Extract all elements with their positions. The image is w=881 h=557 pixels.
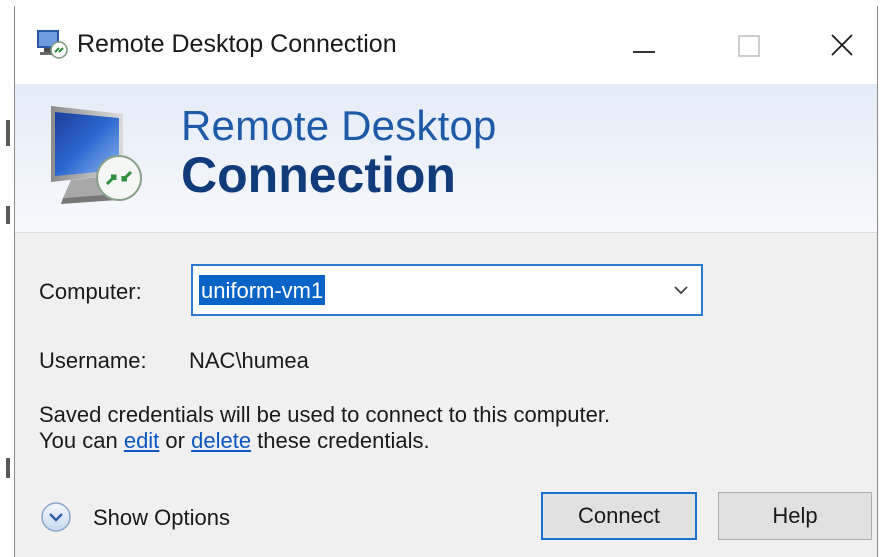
- window-title: Remote Desktop Connection: [77, 30, 397, 58]
- maximize-button[interactable]: [715, 16, 785, 76]
- remote-desktop-window: Remote Desktop Connection Remote Desktop…: [14, 6, 878, 557]
- dropdown-button[interactable]: [667, 276, 695, 304]
- header-banner: Remote Desktop Connection: [15, 84, 877, 233]
- text-selection-highlight: [199, 275, 325, 305]
- credentials-suffix: these credentials.: [251, 428, 430, 453]
- edit-link[interactable]: edit: [124, 428, 159, 453]
- close-icon: [831, 34, 853, 56]
- computer-label: Computer:: [39, 279, 142, 304]
- background-edge: [6, 206, 10, 224]
- background-edge: [6, 120, 10, 146]
- username-label: Username:: [39, 348, 147, 373]
- credentials-prefix: You can: [39, 428, 124, 453]
- minimize-icon: [633, 51, 655, 53]
- expand-circle-icon: [39, 500, 73, 534]
- chevron-down-icon: [674, 286, 688, 295]
- saved-credentials-text: Saved credentials will be used to connec…: [39, 402, 611, 427]
- maximize-icon: [738, 35, 760, 57]
- help-button[interactable]: Help: [718, 492, 872, 540]
- username-value: NAC\humea: [189, 348, 309, 373]
- credentials-middle: or: [159, 428, 192, 453]
- remote-desktop-icon: [35, 28, 69, 60]
- background-edge: [6, 458, 10, 478]
- banner-title-line1: Remote Desktop: [181, 102, 497, 149]
- computer-combobox[interactable]: uniform-vm1: [191, 264, 703, 316]
- minimize-button[interactable]: [609, 16, 679, 76]
- connect-button[interactable]: Connect: [541, 492, 697, 540]
- title-bar[interactable]: Remote Desktop Connection: [15, 6, 877, 84]
- show-options-label: Show Options: [93, 505, 230, 530]
- credentials-actions-text: You can edit or delete these credentials…: [39, 428, 430, 454]
- monitor-remote-icon: [37, 92, 167, 220]
- banner-title-line2: Connection: [181, 147, 456, 203]
- screen: Remote Desktop Connection Remote Desktop…: [0, 0, 881, 557]
- close-button[interactable]: [807, 16, 877, 76]
- delete-link[interactable]: delete: [191, 428, 251, 453]
